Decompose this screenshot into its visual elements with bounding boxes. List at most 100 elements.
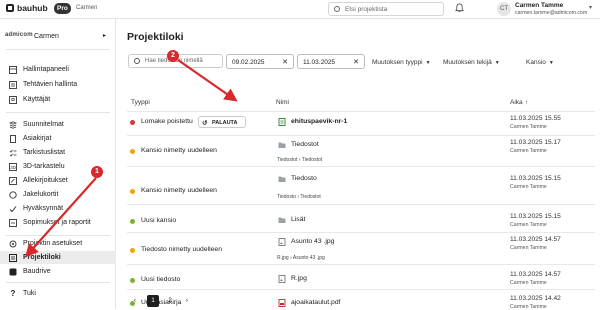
sidebar-item-label: Projektin asetukset (23, 240, 83, 247)
rename-path: Tiedosto › Tiedostot (277, 194, 321, 200)
chevron-down-icon: ▼ (425, 60, 431, 66)
change-time: 11.03.2025 15.15 (510, 175, 561, 182)
sort-arrow-up-icon: ↑ (524, 99, 528, 106)
user-email: carmen.tamme@admicom.com (515, 10, 588, 16)
sidebar-item-tarkistuslistat[interactable]: Tarkistuslistat (0, 146, 116, 159)
filter-change-author-dropdown[interactable]: Muutoksen tekijä ▼ (443, 59, 500, 66)
table-divider (127, 135, 595, 136)
top-org-name: Carmen (76, 5, 98, 11)
item-name[interactable]: Tiedosto (291, 175, 317, 182)
item-name[interactable]: Asunto 43 .jpg (291, 238, 334, 245)
change-author: Carmen Tamme (510, 148, 547, 154)
org-logo: admicom (5, 32, 33, 38)
sidebar-item-tuki[interactable]: ? Tuki (0, 287, 116, 300)
sidebar-item-projektiloki[interactable]: Projektiloki (0, 251, 116, 264)
item-name[interactable]: Lisät (291, 216, 305, 223)
dashboard-icon (9, 65, 17, 74)
checklist-icon (9, 149, 17, 157)
user-menu-chevron-icon[interactable]: ▾ (589, 4, 592, 11)
org-name[interactable]: Carmen (34, 33, 59, 40)
brand-name: bauhub (17, 3, 48, 13)
distribution-card-icon (9, 190, 17, 199)
change-author: Carmen Tamme (510, 304, 547, 310)
help-question-icon: ? (10, 289, 16, 298)
settings-gear-icon (9, 240, 17, 248)
date-to-input[interactable]: 11.03.2025 ✕ (297, 54, 365, 69)
svg-text:3D: 3D (10, 165, 17, 170)
old-name: Tiedostot (277, 157, 298, 163)
filter-folder-dropdown[interactable]: Kansio ▼ (526, 59, 554, 66)
pagination-next-button[interactable]: › (181, 295, 193, 307)
pagination-page-2[interactable]: 2 (164, 295, 176, 307)
sidebar-item-jakelukortit[interactable]: Jakelukortit (0, 188, 116, 201)
approval-check-icon (9, 205, 17, 213)
table-divider (127, 111, 595, 112)
sidebar-item-hyvaksynnat[interactable]: Hyväksynnät (0, 202, 116, 215)
sidebar-item-baudrive[interactable]: Baudrive (0, 265, 116, 278)
sidebar-item-label: Asiakirjat (23, 135, 52, 142)
date-to-value: 11.03.2025 (303, 59, 336, 66)
sidebar-item-projektin-asetukset[interactable]: Projektin asetukset (0, 237, 116, 250)
folder-icon (278, 142, 286, 148)
sidebar-item-sopimukset-ja-raportit[interactable]: Sopimukset ja raportit (0, 216, 116, 229)
users-icon (9, 95, 17, 104)
new-name: Tiedostot (301, 157, 323, 163)
plan-badge: Pro (54, 3, 71, 14)
status-dot-green (130, 219, 135, 224)
undo-restore-icon: ↺ (202, 120, 208, 127)
org-switch-chevron-icon[interactable]: ▸ (103, 32, 106, 39)
search-icon (334, 6, 340, 12)
sidebar-item-kayttajat[interactable]: Käyttäjät (0, 93, 116, 106)
change-time: 11.03.2025 14.42 (510, 295, 561, 302)
column-header-time[interactable]: Aika ↑ (510, 99, 528, 106)
change-author: Carmen Tamme (510, 245, 547, 251)
notifications-bell-icon[interactable] (455, 3, 464, 13)
sidebar-item-tehtavien-hallinta[interactable]: Tehtävien hallinta (0, 78, 116, 91)
pdf-file-icon (278, 299, 286, 307)
restore-button[interactable]: ↺ PALAUTA (198, 116, 246, 128)
item-name[interactable]: R.jpg (291, 275, 307, 282)
item-name[interactable]: ehituspaevik-nr-1 (291, 118, 347, 125)
status-dot-red (130, 120, 135, 125)
change-type: Uusi kansio (141, 217, 177, 224)
sidebar-item-asiakirjat[interactable]: Asiakirjat (0, 132, 116, 145)
sidebar-divider (6, 49, 110, 50)
project-log-icon (9, 253, 17, 262)
change-time: 11.03.2025 15.17 (510, 139, 561, 146)
status-dot-orange (130, 189, 135, 194)
brand-logo[interactable]: bauhub (6, 3, 48, 13)
folder-icon (278, 176, 286, 182)
pagination-page-1[interactable]: 1 (147, 295, 159, 307)
sidebar-item-hallintapaneeli[interactable]: Hallintapaneeli (0, 63, 116, 76)
change-time: 11.03.2025 14.57 (510, 236, 561, 243)
old-name: Tiedosto (277, 194, 296, 200)
item-name[interactable]: Tiedostot (291, 141, 319, 148)
date-from-input[interactable]: 09.02.2025 ✕ (226, 54, 294, 69)
sidebar-divider (6, 235, 110, 236)
new-name: Asunto 43 .jpg (292, 255, 325, 261)
annotation-badge-2: 2 (167, 50, 179, 62)
clear-date-to-icon[interactable]: ✕ (353, 58, 359, 66)
chevron-down-icon: ▼ (548, 60, 554, 66)
item-name[interactable]: ajoaikataulut.pdf (291, 299, 341, 306)
filter-change-type-dropdown[interactable]: Muutoksen tyyppi ▼ (372, 59, 431, 66)
clear-date-from-icon[interactable]: ✕ (282, 58, 288, 66)
sidebar-item-suunnitelmat[interactable]: Suunnitelmat (0, 118, 116, 131)
search-icon (134, 58, 140, 64)
change-author: Carmen Tamme (510, 184, 547, 190)
sidebar-item-label: Tuki (23, 290, 36, 297)
sidebar: admicom Carmen ▸ Hallintapaneeli Tehtävi… (0, 19, 116, 309)
status-dot-orange (130, 248, 135, 253)
sidebar-item-label: 3D-tarkastelu (23, 163, 65, 170)
sidebar-item-label: Projektiloki (23, 254, 61, 261)
dropdown-label: Muutoksen tekijä (443, 59, 492, 66)
user-name[interactable]: Carmen Tamme (515, 2, 563, 9)
sidebar-divider (6, 112, 110, 113)
rename-path: R.jpg › Asunto 43 .jpg (277, 255, 325, 261)
status-dot-orange (130, 149, 135, 154)
sidebar-item-label: Hallintapaneeli (23, 66, 69, 73)
user-avatar[interactable]: CT (497, 2, 511, 16)
project-search-input[interactable]: Etsi projektista (328, 2, 444, 16)
change-type: Kansio nimetty uudelleen (141, 187, 217, 194)
pagination-prev-button[interactable]: ‹ (129, 295, 141, 307)
